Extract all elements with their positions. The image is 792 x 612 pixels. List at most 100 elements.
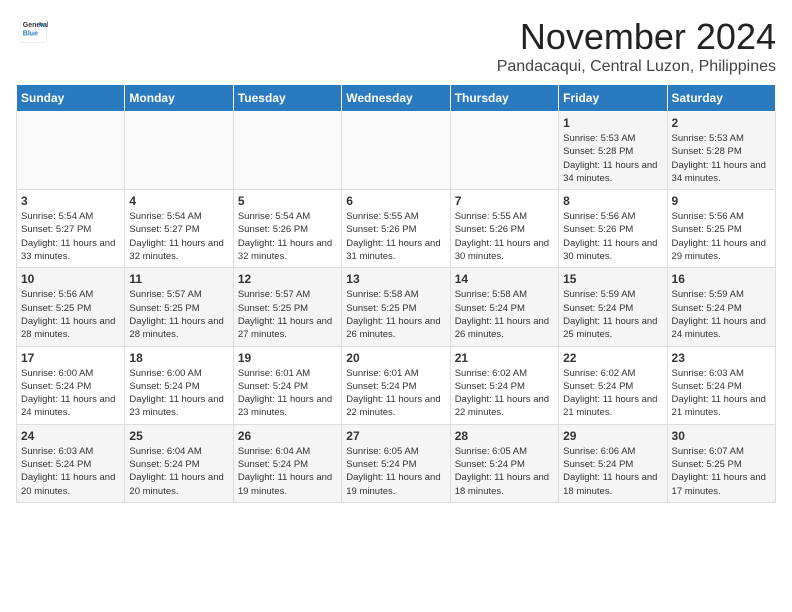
day-number: 23 — [672, 351, 771, 365]
calendar-cell — [342, 112, 450, 190]
weekday-header: Saturday — [667, 85, 775, 112]
calendar-cell: 4 Sunrise: 5:54 AM Sunset: 5:27 PM Daylig… — [125, 190, 233, 268]
day-info: Sunrise: 6:03 AM Sunset: 5:24 PM Dayligh… — [672, 367, 771, 420]
calendar-cell: 9Sunrise: 5:56 AM Sunset: 5:25 PM Daylig… — [667, 190, 775, 268]
day-info: Sunrise: 6:04 AM Sunset: 5:24 PM Dayligh… — [238, 445, 337, 498]
day-info: Sunrise: 5:55 AM Sunset: 5:26 PM Dayligh… — [455, 210, 554, 263]
calendar-cell — [233, 112, 341, 190]
day-info: Sunrise: 5:56 AM Sunset: 5:25 PM Dayligh… — [672, 210, 771, 263]
month-title: November 2024 — [497, 16, 776, 58]
day-number: 21 — [455, 351, 554, 365]
day-info: Sunrise: 6:03 AM Sunset: 5:24 PM Dayligh… — [21, 445, 120, 498]
logo-icon: General Blue — [20, 16, 48, 44]
calendar-cell: 29 Sunrise: 6:06 AM Sunset: 5:24 PM Dayli… — [559, 424, 667, 502]
calendar-cell — [125, 112, 233, 190]
weekday-header: Tuesday — [233, 85, 341, 112]
calendar-cell: 15 Sunrise: 5:59 AM Sunset: 5:24 PM Dayli… — [559, 268, 667, 346]
day-info: Sunrise: 5:54 AM Sunset: 5:27 PM Dayligh… — [129, 210, 228, 263]
day-info: Sunrise: 5:53 AM Sunset: 5:28 PM Dayligh… — [563, 132, 662, 185]
calendar-cell: 14 Sunrise: 5:58 AM Sunset: 5:24 PM Dayli… — [450, 268, 558, 346]
day-number: 28 — [455, 429, 554, 443]
day-info: Sunrise: 6:01 AM Sunset: 5:24 PM Dayligh… — [238, 367, 337, 420]
weekday-header: Monday — [125, 85, 233, 112]
day-number: 16 — [672, 272, 771, 286]
calendar-cell: 18 Sunrise: 6:00 AM Sunset: 5:24 PM Dayli… — [125, 346, 233, 424]
calendar-cell: 7Sunrise: 5:55 AM Sunset: 5:26 PM Daylig… — [450, 190, 558, 268]
calendar-cell: 22 Sunrise: 6:02 AM Sunset: 5:24 PM Dayli… — [559, 346, 667, 424]
day-number: 13 — [346, 272, 445, 286]
calendar-cell: 5Sunrise: 5:54 AM Sunset: 5:26 PM Daylig… — [233, 190, 341, 268]
day-info: Sunrise: 5:54 AM Sunset: 5:27 PM Dayligh… — [21, 210, 120, 263]
day-number: 29 — [563, 429, 662, 443]
day-info: Sunrise: 6:00 AM Sunset: 5:24 PM Dayligh… — [21, 367, 120, 420]
calendar-cell — [450, 112, 558, 190]
calendar-cell: 12 Sunrise: 5:57 AM Sunset: 5:25 PM Dayli… — [233, 268, 341, 346]
calendar-cell: 30 Sunrise: 6:07 AM Sunset: 5:25 PM Dayli… — [667, 424, 775, 502]
day-info: Sunrise: 5:57 AM Sunset: 5:25 PM Dayligh… — [238, 288, 337, 341]
calendar-cell: 28Sunrise: 6:05 AM Sunset: 5:24 PM Dayli… — [450, 424, 558, 502]
day-info: Sunrise: 6:07 AM Sunset: 5:25 PM Dayligh… — [672, 445, 771, 498]
calendar-cell: 20 Sunrise: 6:01 AM Sunset: 5:24 PM Dayli… — [342, 346, 450, 424]
day-info: Sunrise: 5:58 AM Sunset: 5:24 PM Dayligh… — [455, 288, 554, 341]
day-info: Sunrise: 6:02 AM Sunset: 5:24 PM Dayligh… — [455, 367, 554, 420]
day-info: Sunrise: 5:56 AM Sunset: 5:26 PM Dayligh… — [563, 210, 662, 263]
day-number: 18 — [129, 351, 228, 365]
weekday-header: Thursday — [450, 85, 558, 112]
day-info: Sunrise: 5:56 AM Sunset: 5:25 PM Dayligh… — [21, 288, 120, 341]
weekday-header: Wednesday — [342, 85, 450, 112]
calendar-cell: 6 Sunrise: 5:55 AM Sunset: 5:26 PM Daylig… — [342, 190, 450, 268]
calendar-cell: 1 Sunrise: 5:53 AM Sunset: 5:28 PM Daylig… — [559, 112, 667, 190]
day-number: 1 — [563, 116, 662, 130]
calendar-cell: 25 Sunrise: 6:04 AM Sunset: 5:24 PM Dayli… — [125, 424, 233, 502]
day-number: 24 — [21, 429, 120, 443]
calendar-cell: 21 Sunrise: 6:02 AM Sunset: 5:24 PM Dayli… — [450, 346, 558, 424]
day-info: Sunrise: 5:59 AM Sunset: 5:24 PM Dayligh… — [563, 288, 662, 341]
day-number: 22 — [563, 351, 662, 365]
calendar-cell: 10 Sunrise: 5:56 AM Sunset: 5:25 PM Dayli… — [17, 268, 125, 346]
day-info: Sunrise: 5:55 AM Sunset: 5:26 PM Dayligh… — [346, 210, 445, 263]
calendar-cell: 26 Sunrise: 6:04 AM Sunset: 5:24 PM Dayli… — [233, 424, 341, 502]
calendar-cell: 27 Sunrise: 6:05 AM Sunset: 5:24 PM Dayli… — [342, 424, 450, 502]
day-number: 6 — [346, 194, 445, 208]
day-info: Sunrise: 5:53 AM Sunset: 5:28 PM Dayligh… — [672, 132, 771, 185]
day-number: 2 — [672, 116, 771, 130]
day-info: Sunrise: 6:01 AM Sunset: 5:24 PM Dayligh… — [346, 367, 445, 420]
day-info: Sunrise: 5:57 AM Sunset: 5:25 PM Dayligh… — [129, 288, 228, 341]
weekday-header: Sunday — [17, 85, 125, 112]
day-info: Sunrise: 5:59 AM Sunset: 5:24 PM Dayligh… — [672, 288, 771, 341]
day-number: 4 — [129, 194, 228, 208]
day-number: 26 — [238, 429, 337, 443]
day-number: 15 — [563, 272, 662, 286]
day-info: Sunrise: 6:02 AM Sunset: 5:24 PM Dayligh… — [563, 367, 662, 420]
svg-text:Blue: Blue — [23, 31, 38, 38]
title-block: November 2024 Pandacaqui, Central Luzon,… — [497, 16, 776, 76]
day-number: 19 — [238, 351, 337, 365]
calendar-cell: 16 Sunrise: 5:59 AM Sunset: 5:24 PM Dayli… — [667, 268, 775, 346]
calendar-cell: 8 Sunrise: 5:56 AM Sunset: 5:26 PM Daylig… — [559, 190, 667, 268]
weekday-header: Friday — [559, 85, 667, 112]
day-number: 8 — [563, 194, 662, 208]
day-number: 5 — [238, 194, 337, 208]
calendar-cell: 3Sunrise: 5:54 AM Sunset: 5:27 PM Daylig… — [17, 190, 125, 268]
day-number: 20 — [346, 351, 445, 365]
day-info: Sunrise: 6:06 AM Sunset: 5:24 PM Dayligh… — [563, 445, 662, 498]
page-header: General Blue November 2024 Pandacaqui, C… — [16, 16, 776, 76]
day-info: Sunrise: 6:04 AM Sunset: 5:24 PM Dayligh… — [129, 445, 228, 498]
calendar-cell — [17, 112, 125, 190]
day-number: 27 — [346, 429, 445, 443]
day-info: Sunrise: 6:05 AM Sunset: 5:24 PM Dayligh… — [346, 445, 445, 498]
calendar-cell: 24 Sunrise: 6:03 AM Sunset: 5:24 PM Dayli… — [17, 424, 125, 502]
day-number: 17 — [21, 351, 120, 365]
day-number: 25 — [129, 429, 228, 443]
calendar-cell: 13Sunrise: 5:58 AM Sunset: 5:25 PM Dayli… — [342, 268, 450, 346]
day-info: Sunrise: 6:00 AM Sunset: 5:24 PM Dayligh… — [129, 367, 228, 420]
logo: General Blue — [16, 16, 48, 49]
day-number: 30 — [672, 429, 771, 443]
day-number: 10 — [21, 272, 120, 286]
calendar-cell: 2 Sunrise: 5:53 AM Sunset: 5:28 PM Daylig… — [667, 112, 775, 190]
day-number: 14 — [455, 272, 554, 286]
day-number: 11 — [129, 272, 228, 286]
calendar-cell: 19 Sunrise: 6:01 AM Sunset: 5:24 PM Dayli… — [233, 346, 341, 424]
location-subtitle: Pandacaqui, Central Luzon, Philippines — [497, 58, 776, 76]
day-number: 12 — [238, 272, 337, 286]
